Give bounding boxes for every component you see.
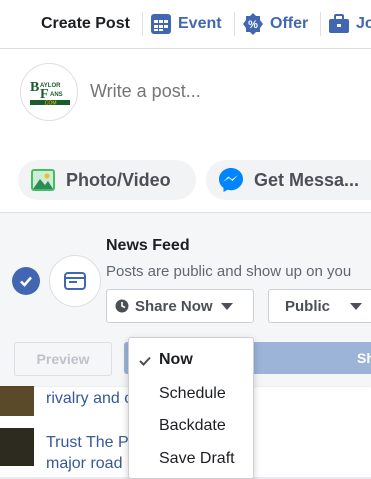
feed-thumbnail bbox=[0, 428, 34, 466]
offer-badge-icon: % bbox=[242, 13, 264, 35]
audience-dropdown[interactable]: Public bbox=[268, 289, 371, 323]
tab-label: Offer bbox=[270, 15, 309, 32]
checkmark-icon bbox=[20, 276, 32, 287]
share-now-label: Share Now bbox=[135, 297, 213, 315]
checkmark-icon bbox=[139, 356, 151, 366]
news-feed-checkbox[interactable] bbox=[12, 267, 40, 295]
get-messages-label: Get Messa... bbox=[254, 169, 360, 190]
avatar[interactable]: B AYLOR F ANS .COM bbox=[20, 63, 78, 121]
tab-offer[interactable]: % Offer bbox=[242, 13, 309, 35]
tab-event[interactable]: Event bbox=[150, 14, 222, 34]
menu-item-backdate[interactable]: Backdate bbox=[159, 417, 226, 435]
photo-video-label: Photo/Video bbox=[66, 169, 171, 190]
svg-text:.COM: .COM bbox=[43, 101, 56, 107]
svg-text:B: B bbox=[30, 80, 39, 95]
share-now-dropdown[interactable]: Share Now bbox=[106, 289, 254, 323]
composer-tabs: Create Post Event % Offer Jo bbox=[0, 0, 371, 49]
photo-video-button[interactable]: Photo/Video bbox=[18, 160, 196, 200]
tab-label: Create Post bbox=[41, 15, 130, 32]
tab-label: Event bbox=[178, 15, 222, 32]
preview-button[interactable]: Preview bbox=[14, 342, 112, 376]
menu-item-now[interactable]: Now bbox=[159, 351, 193, 369]
svg-text:ANS: ANS bbox=[50, 92, 63, 98]
clock-icon bbox=[115, 299, 129, 313]
messenger-icon bbox=[218, 167, 244, 193]
menu-item-save-draft[interactable]: Save Draft bbox=[159, 450, 235, 468]
post-input-row: B AYLOR F ANS .COM bbox=[0, 60, 371, 128]
news-feed-title: News Feed bbox=[106, 237, 190, 254]
audience-label: Public bbox=[285, 297, 331, 315]
menu-item-schedule[interactable]: Schedule bbox=[159, 385, 226, 403]
share-label: Sh bbox=[357, 350, 371, 366]
get-messages-button[interactable]: Get Messa... bbox=[206, 160, 371, 200]
tab-create-post[interactable]: Create Post bbox=[41, 14, 130, 34]
preview-label: Preview bbox=[36, 351, 90, 367]
news-feed-icon bbox=[64, 272, 86, 290]
photo-icon bbox=[30, 167, 56, 193]
post-text-input[interactable] bbox=[88, 80, 362, 103]
calendar-icon bbox=[150, 13, 172, 35]
share-timing-menu: Now Schedule Backdate Save Draft bbox=[128, 337, 254, 479]
tab-jobs[interactable]: Jo bbox=[328, 14, 371, 34]
baylor-fans-logo-icon: B AYLOR F ANS .COM bbox=[27, 78, 73, 106]
tab-divider bbox=[234, 12, 235, 36]
post-composer: Create Post Event % Offer Jo B AYLOR F A… bbox=[0, 0, 371, 386]
feed-item-title-cont[interactable]: major road bbox=[46, 453, 122, 474]
tab-divider bbox=[320, 12, 321, 36]
briefcase-icon bbox=[328, 13, 350, 35]
tab-label: Jo bbox=[356, 15, 371, 32]
svg-text:%: % bbox=[248, 19, 258, 31]
news-feed-icon-container bbox=[49, 255, 101, 307]
tab-divider bbox=[142, 12, 143, 36]
chevron-down-icon bbox=[350, 302, 363, 310]
news-feed-description: Posts are public and show up on you bbox=[106, 263, 352, 280]
chevron-down-icon bbox=[220, 302, 233, 310]
